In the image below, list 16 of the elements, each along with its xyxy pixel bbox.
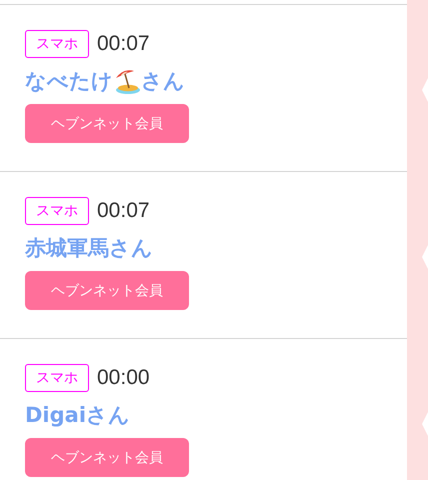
device-tag: スマホ: [25, 364, 89, 392]
device-tag: スマホ: [25, 197, 89, 225]
pointer-icon: [422, 244, 428, 268]
device-tag: スマホ: [25, 30, 89, 58]
user-name: なべたけ: [25, 68, 113, 95]
pointer-icon: [422, 412, 428, 436]
user-name: さん: [141, 68, 185, 95]
member-button[interactable]: ヘブンネット会員: [25, 104, 189, 143]
user-name: Digaiさん: [25, 402, 130, 429]
user-name: 赤城軍馬さん: [25, 235, 153, 262]
member-button[interactable]: ヘブンネット会員: [25, 271, 189, 310]
member-button[interactable]: ヘブンネット会員: [25, 438, 189, 477]
time-text: 00:00: [97, 366, 150, 390]
time-text: 00:07: [97, 32, 150, 56]
pointer-icon: [422, 78, 428, 102]
time-text: 00:07: [97, 199, 150, 223]
